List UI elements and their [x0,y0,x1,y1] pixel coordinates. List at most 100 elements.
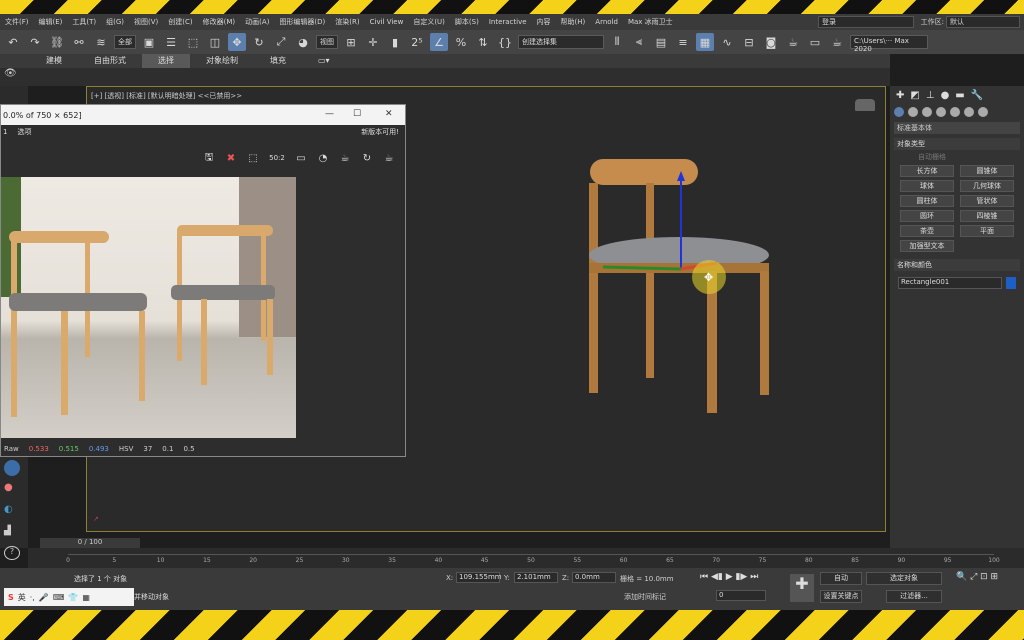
teapot-button[interactable]: 茶壶 [900,225,954,237]
tube-button[interactable]: 管状体 [960,195,1014,207]
cylinder-button[interactable]: 圆柱体 [900,195,954,207]
selection-filter-dropdown[interactable]: 全部 [114,35,136,49]
window-crossing-icon[interactable]: ◫ [206,33,224,51]
toggle-ribbon-icon[interactable]: ▦ [696,33,714,51]
minimize-icon[interactable]: — [325,109,334,119]
bind-space-warp-icon[interactable]: ≋ [92,33,110,51]
scale-icon[interactable]: ⤢ [272,33,290,51]
menu-interactive[interactable]: Interactive [484,18,532,26]
microphone-icon[interactable]: 🎤 [39,593,49,602]
unlink-icon[interactable]: ⚯ [70,33,88,51]
auto-key-button[interactable]: 自动 [820,572,862,585]
torus-button[interactable]: 圆环 [900,210,954,222]
palette-icon[interactable]: ● [4,482,20,496]
clear-icon[interactable]: ✖ [223,150,239,166]
ribbon-tab-modeling[interactable]: 建模 [30,54,78,68]
maximize-icon[interactable]: ☐ [353,109,361,119]
rendered-frame-icon[interactable]: ▭ [806,33,824,51]
save-icon[interactable]: 🖫 [201,150,217,166]
render-icon[interactable]: ☕ [381,150,397,166]
keyboard-icon[interactable]: ⌨ [53,593,65,602]
eye-icon[interactable]: 👁 [4,68,20,82]
color-space-dropdown[interactable]: HSV [119,445,134,453]
image-menu-item-1[interactable]: 1 [3,128,7,136]
menu-scripting[interactable]: 脚本(S) [450,17,484,27]
globe-icon[interactable] [4,460,20,476]
menu-plugin[interactable]: Max 冰雨卫士 [623,17,678,27]
toggle-scene-explorer-icon[interactable]: ▤ [652,33,670,51]
display-tab-icon[interactable]: ▬ [955,90,964,101]
move-icon[interactable]: ✥ [228,33,246,51]
ribbon-tab-freeform[interactable]: 自由形式 [78,54,142,68]
cone-button[interactable]: 圆锥体 [960,165,1014,177]
textplus-button[interactable]: 加强型文本 [900,240,954,252]
menu-view[interactable]: 视图(V) [129,17,163,27]
shading-icon[interactable]: ◐ [4,504,20,518]
viewport-nav-icons[interactable]: 🔍 ⤢ ⊡ ⊞ [956,572,998,582]
lights-icon[interactable] [922,107,932,117]
select-region-icon[interactable]: ⬚ [245,150,261,166]
help-icon[interactable]: ? [4,546,20,560]
spinner-snap-icon[interactable]: ⇅ [474,33,492,51]
sphere-button[interactable]: 球体 [900,180,954,192]
geometry-icon[interactable] [894,107,904,117]
menu-customize[interactable]: 自定义(U) [408,17,450,27]
edit-named-sets-icon[interactable]: {} [496,33,514,51]
placement-icon[interactable]: ◕ [294,33,312,51]
tools-icon[interactable]: ▦ [82,593,90,602]
named-selection-set-dropdown[interactable]: 创建选择集 [518,35,604,49]
object-color-swatch[interactable] [1006,277,1016,289]
object-type-rollout[interactable]: 对象类型 [894,138,1020,150]
skin-icon[interactable]: 👕 [68,593,78,602]
render-teapot-icon[interactable]: ☕ [337,150,353,166]
resolution-button[interactable]: 50:2 [267,150,287,166]
select-by-name-icon[interactable]: ☰ [162,33,180,51]
menu-tools[interactable]: 工具(T) [67,17,101,27]
menu-help[interactable]: 帮助(H) [556,17,591,27]
utilities-tab-icon[interactable]: 🔧 [971,90,983,101]
ribbon-options-icon[interactable]: ▭▾ [302,54,346,68]
align-icon[interactable]: ⫷ [630,33,648,51]
autogrid-checkbox[interactable]: 自动栅格 [890,152,1024,162]
image-viewer-window[interactable]: 0.0% of 750 × 652] — ☐ ✕ 1 选项 新版本可用! 🖫 ✖… [0,104,406,457]
geometry-category-dropdown[interactable]: 标准基本体 [894,122,1020,134]
reference-coord-dropdown[interactable]: 视图 [316,35,338,49]
hierarchy-tab-icon[interactable]: ⊥ [926,90,935,101]
key-filter-dropdown[interactable]: 选定对象 [866,572,942,585]
curve-editor-icon[interactable]: ∿ [718,33,736,51]
current-frame-field[interactable]: 0 [716,590,766,601]
select-object-icon[interactable]: ▣ [140,33,158,51]
image-window-titlebar[interactable]: 0.0% of 750 × 652] — ☐ ✕ [1,105,405,125]
redo-icon[interactable]: ↷ [26,33,44,51]
frame-slider[interactable]: 0 / 100 [40,538,140,548]
menu-civil-view[interactable]: Civil View [365,18,409,26]
space-warps-icon[interactable] [964,107,974,117]
menu-edit[interactable]: 编辑(E) [34,17,68,27]
create-tab-icon[interactable]: ✚ [896,90,904,101]
channel-icon[interactable]: ◔ [315,150,331,166]
timeline[interactable]: 0 5 10 15 20 25 30 35 40 45 50 55 60 65 70 75 80 85 90 95 10… [28,548,1024,568]
menu-create[interactable]: 创建(C) [163,17,197,27]
login-dropdown[interactable]: 登录 [818,16,914,28]
box-button[interactable]: 长方体 [900,165,954,177]
x-coordinate-field[interactable]: 109.155mm [456,572,502,583]
rect-selection-icon[interactable]: ⬚ [184,33,202,51]
refresh-icon[interactable]: ↻ [359,150,375,166]
render-setup-icon[interactable]: ☕ [784,33,802,51]
schematic-view-icon[interactable]: ⊟ [740,33,758,51]
close-icon[interactable]: ✕ [385,109,393,119]
toggle-layer-explorer-icon[interactable]: ≡ [674,33,692,51]
add-time-tag[interactable]: 添加时间标记 [624,592,666,602]
rotate-icon[interactable]: ↻ [250,33,268,51]
ribbon-tab-object-paint[interactable]: 对象绘制 [190,54,254,68]
render-production-icon[interactable]: ☕ [828,33,846,51]
systems-icon[interactable] [978,107,988,117]
angle-snap-icon[interactable]: ∠ [430,33,448,51]
ribbon-tab-selection[interactable]: 选择 [142,54,190,68]
menu-file[interactable]: 文件(F) [0,17,34,27]
plane-button[interactable]: 平面 [960,225,1014,237]
z-coordinate-field[interactable]: 0.0mm [572,572,616,583]
image-menu-options[interactable]: 选项 [17,127,31,137]
name-color-rollout[interactable]: 名称和颜色 [894,259,1020,271]
menu-rendering[interactable]: 渲染(R) [330,17,364,27]
